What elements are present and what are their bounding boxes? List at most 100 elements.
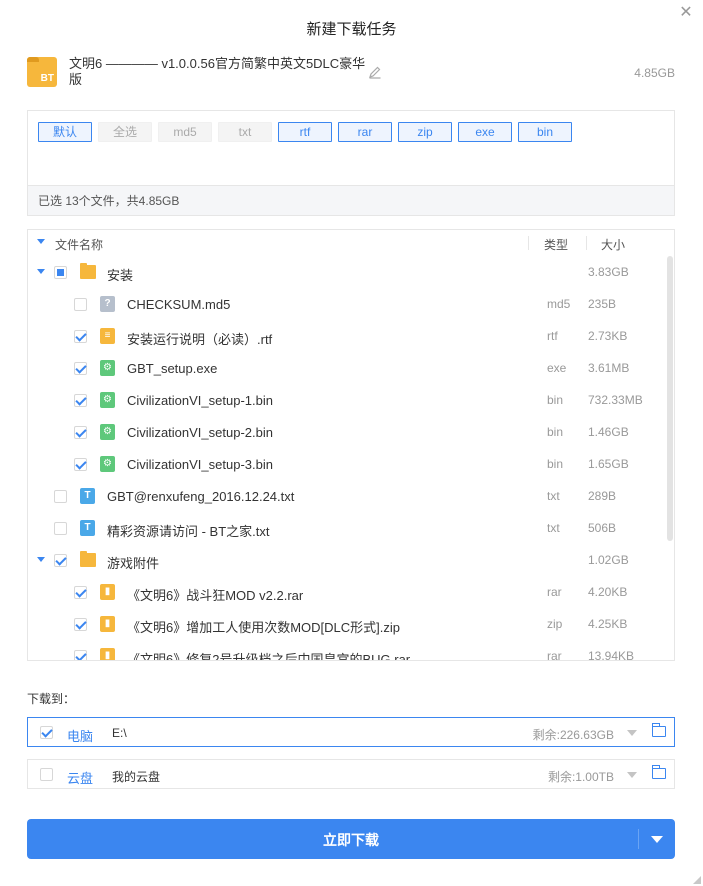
location-computer[interactable]: 电脑 E:\ 剩余:226.63GB <box>27 717 675 747</box>
filter-button-默认[interactable]: 默认 <box>38 122 92 142</box>
row-checkbox[interactable] <box>74 394 87 407</box>
row-name: 安装运行说明（必读）.rtf <box>127 332 273 347</box>
filter-button-row: 默认 全选 md5 txt rtf rar zip exe bin <box>38 122 572 142</box>
rar-file-icon: ▮ <box>100 584 115 600</box>
task-info: BT 文明6 ———— v1.0.0.56官方简繁中英文5DLC豪华版 4.85… <box>27 55 675 95</box>
download-to-label: 下载到： <box>27 692 76 706</box>
row-type: txt <box>547 489 560 503</box>
column-divider[interactable] <box>586 236 587 250</box>
row-size: 1.02GB <box>588 553 629 567</box>
row-checkbox[interactable] <box>54 522 67 535</box>
column-header-name[interactable]: 文件名称 <box>55 236 103 253</box>
row-size: 4.20KB <box>588 585 628 599</box>
filter-button-rtf[interactable]: rtf <box>278 122 332 142</box>
row-checkbox[interactable] <box>74 618 87 631</box>
row-checkbox[interactable] <box>74 426 87 439</box>
chevron-down-icon[interactable] <box>627 730 637 736</box>
file-row[interactable]: ▮ 《文明6》战斗狂MOD v2.2.rar rar 4.20KB <box>28 576 664 608</box>
file-row[interactable]: T 精彩资源请访问 - BT之家.txt txt 506B <box>28 512 664 544</box>
row-name: 安装 <box>107 268 134 283</box>
bt-file-icon: BT <box>27 57 57 87</box>
filter-button-rar[interactable]: rar <box>338 122 392 142</box>
resize-grip[interactable] <box>693 876 701 884</box>
button-divider <box>638 829 639 849</box>
folder-icon[interactable] <box>651 723 666 737</box>
file-row[interactable]: ▮ 《文明6》增加工人使用次数MOD[DLC形式].zip zip 4.25KB <box>28 608 664 640</box>
column-header-size[interactable]: 大小 <box>601 236 625 253</box>
location-cloud-name: 云盘 <box>67 771 94 786</box>
row-checkbox[interactable] <box>74 362 87 375</box>
close-icon[interactable]: ✕ <box>677 4 695 22</box>
row-size: 3.61MB <box>588 361 630 375</box>
row-checkbox[interactable] <box>54 266 67 279</box>
filter-button-全选[interactable]: 全选 <box>98 122 152 142</box>
row-type: rar <box>547 585 562 599</box>
chevron-down-icon[interactable] <box>651 836 663 843</box>
row-size: 13.94KB <box>588 649 635 661</box>
txt-file-icon: T <box>80 520 95 536</box>
filter-button-exe[interactable]: exe <box>458 122 512 142</box>
filter-button-md5[interactable]: md5 <box>158 122 212 142</box>
tree-scrollbar[interactable] <box>667 256 673 541</box>
file-row[interactable]: ⚙ CivilizationVI_setup-2.bin bin 1.46GB <box>28 416 664 448</box>
row-size: 2.73KB <box>588 329 628 343</box>
filter-button-txt[interactable]: txt <box>218 122 272 142</box>
rar-file-icon: ▮ <box>100 616 115 632</box>
file-row[interactable]: T GBT@renxufeng_2016.12.24.txt txt 289B <box>28 480 664 512</box>
exe-file-icon: ⚙ <box>100 456 115 472</box>
row-name: 《文明6》战斗狂MOD v2.2.rar <box>127 588 304 603</box>
row-checkbox[interactable] <box>74 458 87 471</box>
location-cloud-path[interactable]: 我的云盘 <box>112 768 160 785</box>
row-checkbox[interactable] <box>54 554 67 567</box>
folder-icon[interactable] <box>651 765 666 779</box>
location-cloud[interactable]: 云盘 我的云盘 剩余:1.00TB <box>27 759 675 789</box>
row-name: 精彩资源请访问 - BT之家.txt <box>107 524 270 539</box>
column-divider[interactable] <box>528 236 529 250</box>
row-type: rar <box>547 649 562 661</box>
folder-row[interactable]: 安装 3.83GB <box>28 256 664 288</box>
bt-icon-label: BT <box>40 73 54 84</box>
row-name: CHECKSUM.md5 <box>127 297 231 312</box>
row-checkbox[interactable] <box>74 330 87 343</box>
download-now-label: 立即下载 <box>323 832 379 848</box>
file-type-filter-panel: 默认 全选 md5 txt rtf rar zip exe bin 已选 13个文件，共4.85… <box>27 110 675 216</box>
location-cloud-checkbox[interactable] <box>40 768 53 781</box>
file-row[interactable]: ? CHECKSUM.md5 md5 235B <box>28 288 664 320</box>
row-size: 4.25KB <box>588 617 628 631</box>
download-now-button[interactable]: 立即下载 <box>27 819 675 859</box>
row-type: txt <box>547 521 560 535</box>
row-name: GBT@renxufeng_2016.12.24.txt <box>107 489 295 504</box>
row-checkbox[interactable] <box>54 490 67 503</box>
file-row[interactable]: ⚙ CivilizationVI_setup-3.bin bin 1.65GB <box>28 448 664 480</box>
file-row[interactable]: ⚙ CivilizationVI_setup-1.bin bin 732.33MB <box>28 384 664 416</box>
row-size: 235B <box>588 297 617 311</box>
exe-file-icon: ⚙ <box>100 360 115 376</box>
row-checkbox[interactable] <box>74 298 87 311</box>
collapse-all-caret-icon[interactable] <box>37 239 45 244</box>
row-type: bin <box>547 425 564 439</box>
pencil-icon[interactable] <box>368 65 382 79</box>
location-cloud-free-space: 剩余:1.00TB <box>547 770 614 784</box>
folder-icon <box>80 551 96 567</box>
row-checkbox[interactable] <box>74 650 87 660</box>
file-row[interactable]: ⚙ GBT_setup.exe exe 3.61MB <box>28 352 664 384</box>
file-row[interactable]: ▮ 《文明6》修复2号升级档之后中国皇宫的BUG.rar rar 13.94KB <box>28 640 664 661</box>
file-tree: 文件名称 类型 大小 安装 3.83GB? CHECKSUM.md5 md5 235B ≡… <box>27 229 675 661</box>
folder-row[interactable]: 游戏附件 1.02GB <box>28 544 664 576</box>
expand-caret-icon[interactable] <box>37 269 45 274</box>
folder-icon <box>80 263 96 279</box>
location-computer-path[interactable]: E:\ <box>112 726 127 740</box>
location-computer-checkbox[interactable] <box>40 726 53 739</box>
chevron-down-icon[interactable] <box>627 772 637 778</box>
location-computer-name: 电脑 <box>67 729 94 744</box>
filter-button-zip[interactable]: zip <box>398 122 452 142</box>
expand-caret-icon[interactable] <box>37 557 45 562</box>
row-checkbox[interactable] <box>74 586 87 599</box>
rar-file-icon: ▮ <box>100 648 115 660</box>
task-name: 文明6 ———— v1.0.0.56官方简繁中英文5DLC豪华版 <box>69 56 366 87</box>
unknown-file-icon: ? <box>100 296 115 312</box>
row-type: exe <box>547 361 567 375</box>
filter-button-bin[interactable]: bin <box>518 122 572 142</box>
column-header-type[interactable]: 类型 <box>544 236 568 253</box>
file-row[interactable]: ≡ 安装运行说明（必读）.rtf rtf 2.73KB <box>28 320 664 352</box>
